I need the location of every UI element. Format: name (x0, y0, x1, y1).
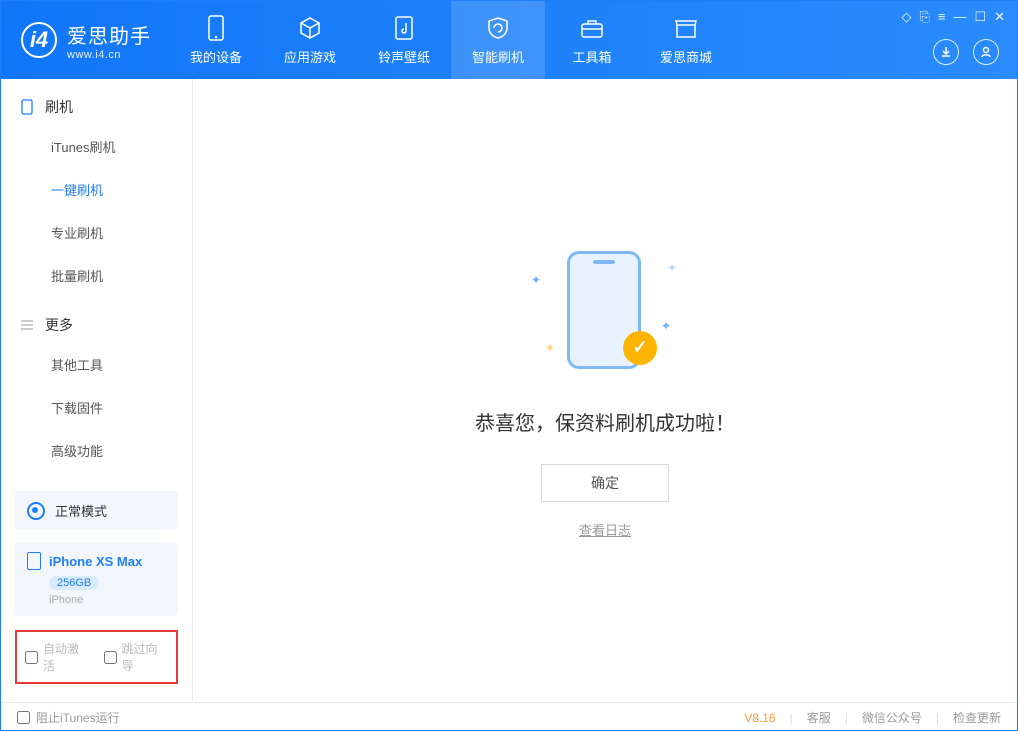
music-file-icon (391, 15, 417, 41)
sidebar-item-oneclick-flash[interactable]: 一键刷机 (1, 168, 192, 211)
body: 刷机 iTunes刷机 一键刷机 专业刷机 批量刷机 更多 其他工具 下载固件 … (1, 79, 1017, 702)
lock-icon[interactable]: ⎘ (919, 9, 929, 25)
user-button[interactable] (973, 39, 999, 65)
customer-service-link[interactable]: 客服 (807, 709, 831, 726)
sidebar-title: 更多 (45, 315, 73, 335)
nav-toolbox[interactable]: 工具箱 (545, 1, 639, 79)
success-title: 恭喜您，保资料刷机成功啦！ (475, 407, 735, 436)
nav-label: 爱思商城 (660, 47, 712, 66)
success-illustration: ✦ ✦ ✦ ✦ ✓ (525, 243, 685, 383)
nav-label: 应用游戏 (284, 47, 336, 66)
wechat-link[interactable]: 微信公众号 (862, 709, 922, 726)
nav-label: 智能刷机 (472, 47, 524, 66)
skip-guide-checkbox[interactable]: 跳过向导 (104, 640, 169, 674)
sidebar-section-more: 更多 其他工具 下载固件 高级功能 (1, 297, 192, 472)
device-icon (203, 15, 229, 41)
nav-my-device[interactable]: 我的设备 (169, 1, 263, 79)
phone-icon (19, 99, 35, 115)
sidebar-section-flash: 刷机 iTunes刷机 一键刷机 专业刷机 批量刷机 (1, 79, 192, 297)
sidebar-header-flash: 刷机 (1, 97, 192, 125)
sidebar-header-more: 更多 (1, 315, 192, 343)
list-icon (19, 317, 35, 333)
app-url: www.i4.cn (67, 49, 151, 61)
nav-label: 铃声壁纸 (378, 47, 430, 66)
sidebar-item-batch-flash[interactable]: 批量刷机 (1, 254, 192, 297)
device-capacity: 256GB (49, 576, 99, 590)
options-row: 自动激活 跳过向导 (15, 630, 178, 684)
sidebar-item-pro-flash[interactable]: 专业刷机 (1, 211, 192, 254)
toolbox-icon (579, 15, 605, 41)
device-box[interactable]: iPhone XS Max 256GB iPhone (15, 542, 178, 616)
app-name: 爱思助手 (67, 20, 151, 49)
shirt-icon[interactable]: ◇ (901, 9, 911, 25)
logo-area: i4 爱思助手 www.i4.cn (1, 20, 169, 61)
device-name: iPhone XS Max (49, 554, 142, 569)
minimize-icon[interactable]: — (953, 9, 966, 25)
app-logo-icon: i4 (21, 22, 57, 58)
close-icon[interactable]: ✕ (994, 9, 1005, 25)
header-actions (933, 39, 999, 65)
sidebar-item-download-firmware[interactable]: 下载固件 (1, 386, 192, 429)
window-controls: ◇ ⎘ ≡ — ☐ ✕ (901, 9, 1005, 25)
device-icon (27, 552, 41, 570)
auto-activate-checkbox[interactable]: 自动激活 (25, 640, 90, 674)
nav-tabs: 我的设备 应用游戏 铃声壁纸 智能刷机 工具箱 爱思商城 (169, 1, 733, 79)
menu-icon[interactable]: ≡ (938, 9, 946, 25)
sparkle-icon: ✦ (667, 261, 677, 275)
sparkle-icon: ✦ (545, 341, 555, 355)
success-check-icon: ✓ (623, 331, 657, 365)
sidebar-item-advanced[interactable]: 高级功能 (1, 429, 192, 472)
sidebar-item-itunes-flash[interactable]: iTunes刷机 (1, 125, 192, 168)
store-icon (673, 15, 699, 41)
download-button[interactable] (933, 39, 959, 65)
footer: 阻止iTunes运行 V8.16 | 客服 | 微信公众号 | 检查更新 (1, 702, 1017, 732)
nav-label: 工具箱 (572, 47, 611, 66)
shield-refresh-icon (485, 15, 511, 41)
sidebar-title: 刷机 (45, 97, 73, 117)
divider: | (936, 711, 939, 725)
sidebar: 刷机 iTunes刷机 一键刷机 专业刷机 批量刷机 更多 其他工具 下载固件 … (1, 79, 193, 702)
mode-icon (27, 502, 45, 520)
checkbox-label: 自动激活 (43, 640, 90, 674)
divider: | (845, 711, 848, 725)
checkbox-label: 阻止iTunes运行 (36, 709, 120, 726)
nav-apps-games[interactable]: 应用游戏 (263, 1, 357, 79)
app-header: i4 爱思助手 www.i4.cn 我的设备 应用游戏 铃声壁纸 智能刷机 工具… (1, 1, 1017, 79)
divider: | (790, 711, 793, 725)
check-update-link[interactable]: 检查更新 (953, 709, 1001, 726)
cube-icon (297, 15, 323, 41)
version-label: V8.16 (744, 711, 775, 725)
nav-smart-flash[interactable]: 智能刷机 (451, 1, 545, 79)
sparkle-icon: ✦ (531, 273, 541, 287)
nav-ringtones-wallpapers[interactable]: 铃声壁纸 (357, 1, 451, 79)
logo-text: 爱思助手 www.i4.cn (67, 20, 151, 61)
sparkle-icon: ✦ (661, 319, 671, 333)
sidebar-item-other-tools[interactable]: 其他工具 (1, 343, 192, 386)
device-name-row: iPhone XS Max (27, 552, 166, 570)
view-log-link[interactable]: 查看日志 (579, 520, 631, 539)
mode-label: 正常模式 (55, 501, 107, 520)
ok-button[interactable]: 确定 (541, 464, 669, 502)
checkbox-label: 跳过向导 (122, 640, 169, 674)
block-itunes-checkbox[interactable]: 阻止iTunes运行 (17, 709, 120, 726)
nav-label: 我的设备 (190, 47, 242, 66)
mode-box[interactable]: 正常模式 (15, 491, 178, 530)
nav-store[interactable]: 爱思商城 (639, 1, 733, 79)
maximize-icon[interactable]: ☐ (974, 9, 986, 25)
device-type: iPhone (49, 594, 166, 606)
main-content: ✦ ✦ ✦ ✦ ✓ 恭喜您，保资料刷机成功啦！ 确定 查看日志 (193, 79, 1017, 702)
